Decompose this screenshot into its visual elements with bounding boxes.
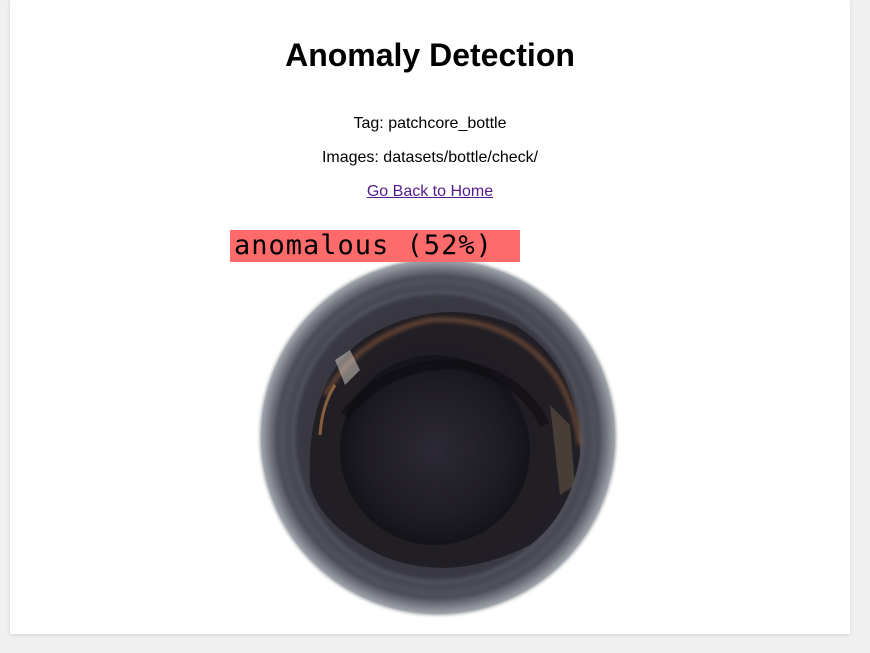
- tag-text: Tag: patchcore_bottle: [353, 115, 507, 132]
- images-path-text: Images: datasets/bottle/check/: [321, 149, 539, 166]
- anomaly-result-image: anomalous (52%): [230, 230, 630, 620]
- content-card: Anomaly Detection Tag: patchcore_bottle …: [10, 0, 850, 634]
- anomaly-result-label: anomalous (52%): [230, 230, 520, 262]
- bottle-image: [256, 255, 620, 619]
- home-link-container: Go Back to Home: [10, 182, 850, 202]
- go-back-home-link[interactable]: Go Back to Home: [367, 183, 493, 200]
- page-title: Anomaly Detection: [285, 37, 575, 73]
